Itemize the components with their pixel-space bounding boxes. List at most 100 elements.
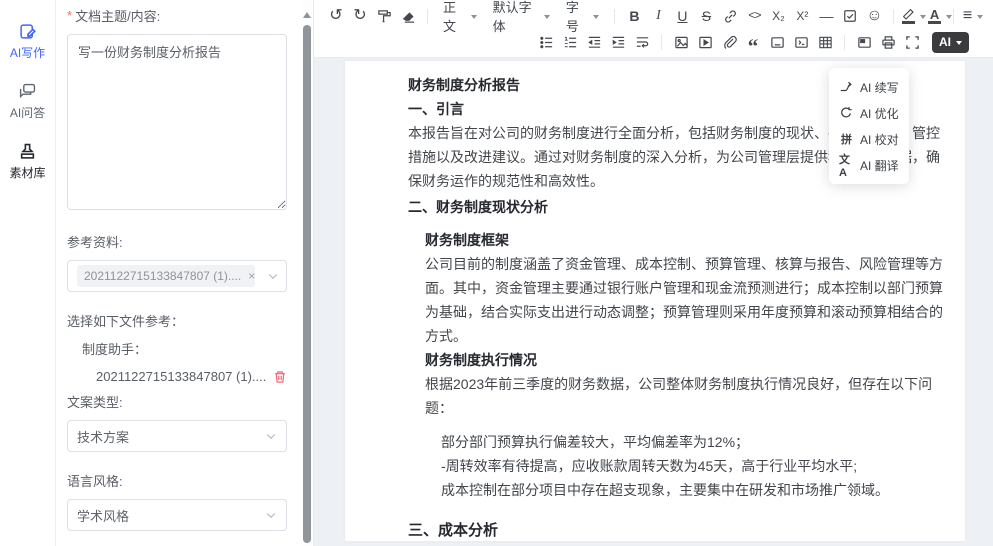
doc-type-label: 文案类型: [67, 392, 287, 411]
sidebar-item-material-library[interactable]: 素材库 [9, 142, 45, 181]
app-window: AI写作 AI问答 素材库 * 文档主题/内容: [0, 0, 993, 546]
link-button[interactable] [718, 5, 742, 27]
file-reference-group: 制度助手： 2021122715133847807 (1).... [67, 339, 287, 384]
writing-form-panel: * 文档主题/内容: 写一份财务制度分析报告 参考资料: 20211227151… [56, 0, 314, 546]
attachment-button[interactable] [717, 31, 741, 53]
delete-file-icon[interactable] [273, 370, 287, 384]
caret-down-icon [593, 15, 599, 22]
ai-dropdown-button[interactable]: AI [932, 32, 969, 53]
caret-down-icon [471, 15, 477, 22]
print-button[interactable] [876, 31, 900, 53]
doc-list-item: -周转效率有待提高，应收账款周转天数为45天，高于行业平均水平; [408, 454, 953, 478]
strikethrough-button[interactable]: S [694, 5, 718, 27]
topic-label: * 文档主题/内容: [67, 6, 287, 25]
superscript-button[interactable]: X² [790, 5, 814, 27]
highlight-color-dropdown[interactable] [901, 5, 927, 27]
menu-item-label: AI 校对 [860, 131, 899, 148]
chevron-down-icon [267, 270, 279, 282]
toolbar-row-2: “ [324, 29, 987, 55]
menu-item-ai-translate[interactable]: 文A AI 翻译 [829, 152, 909, 178]
menu-item-label: AI 优化 [860, 105, 899, 122]
clear-format-button[interactable] [396, 5, 420, 27]
nav-sidebar: AI写作 AI问答 素材库 [0, 0, 56, 546]
ai-writing-icon [19, 22, 37, 40]
inline-code-button[interactable]: <> [742, 5, 766, 27]
code-block-button[interactable] [789, 31, 813, 53]
file-section-label: 选择如下文件参考： [67, 311, 287, 330]
menu-item-ai-continue[interactable]: AI 续写 [829, 74, 909, 100]
language-style-select[interactable]: 学术风格 [67, 499, 287, 531]
menu-item-label: AI 翻译 [860, 157, 899, 174]
caret-down-icon [977, 15, 983, 22]
fullscreen-button[interactable] [900, 31, 924, 53]
sidebar-item-ai-qa[interactable]: AI问答 [10, 82, 45, 121]
menu-item-ai-optimize[interactable]: AI 优化 [829, 100, 909, 126]
reference-select[interactable]: 2021122715133847807 (1).... × [67, 260, 287, 292]
editor-toolbar: ↺ ↻ 正文 默认字体 [314, 0, 993, 58]
doc-paragraph: 根据2023年前三季度的财务数据，公司整体财务制度执行情况良好，但存在以下问题： [408, 372, 953, 420]
outdent-button[interactable] [582, 31, 606, 53]
reference-label: 参考资料: [67, 232, 287, 251]
doc-subheading: 财务制度框架 [408, 228, 953, 252]
doc-heading-3: 三、成本分析 [408, 519, 953, 543]
menu-item-ai-proofread[interactable]: 拼 AI 校对 [829, 126, 909, 152]
bold-button[interactable]: B [622, 5, 646, 27]
italic-button[interactable]: I [646, 5, 670, 27]
divider-block-button[interactable] [765, 31, 789, 53]
scrollbar-thumb[interactable] [303, 25, 311, 543]
doc-heading-2: 二、财务制度现状分析 [408, 195, 953, 219]
sidebar-item-ai-writing[interactable]: AI写作 [10, 22, 45, 61]
doc-paragraph: 公司目前的制度涵盖了资金管理、成本控制、预算管理、核算与报告、风险管理等方面。其… [408, 252, 953, 348]
file-group-label: 制度助手： [67, 339, 287, 358]
ai-continue-icon [839, 80, 853, 94]
doc-type-select[interactable]: 技术方案 [67, 420, 287, 452]
emoji-button[interactable]: ☺ [862, 5, 886, 27]
ai-dropdown-menu: AI 续写 AI 优化 拼 AI 校对 文A AI 翻译 [829, 68, 909, 184]
insert-table-button[interactable] [813, 31, 837, 53]
font-color-icon: A [928, 9, 941, 24]
chevron-down-icon [265, 430, 277, 442]
insert-image-button[interactable] [669, 31, 693, 53]
subscript-button[interactable]: X₂ [766, 5, 790, 27]
chevron-down-icon [265, 509, 277, 521]
indent-button[interactable] [606, 31, 630, 53]
horizontal-rule-button[interactable]: — [814, 5, 838, 27]
tag-remove-icon[interactable]: × [248, 269, 255, 283]
doc-list: 部分部门预算执行偏差较大，平均偏差率为12%； -周转效率有待提高，应收账款周转… [408, 430, 953, 502]
caret-down-icon [946, 15, 952, 22]
format-painter-button[interactable] [372, 5, 396, 27]
text-wrap-button[interactable] [630, 31, 654, 53]
menu-item-label: AI 续写 [860, 79, 899, 96]
toolbar-row-1: ↺ ↻ 正文 默认字体 [324, 3, 987, 29]
paragraph-style-dropdown[interactable]: 正文 [435, 5, 485, 27]
task-list-button[interactable] [838, 5, 862, 27]
material-library-icon [18, 142, 36, 160]
topic-textarea[interactable]: 写一份财务制度分析报告 [67, 34, 287, 210]
insert-video-button[interactable] [693, 31, 717, 53]
undo-button[interactable]: ↺ [324, 5, 348, 27]
align-dropdown[interactable]: ≡ [961, 5, 985, 27]
font-color-dropdown[interactable]: A [927, 5, 953, 27]
caret-down-icon [544, 15, 550, 22]
ordered-list-button[interactable] [558, 31, 582, 53]
language-style-label: 语言风格: [67, 471, 287, 490]
scrollbar-up-arrow[interactable] [303, 8, 311, 18]
caret-down-icon [956, 41, 962, 48]
doc-list-item: 成本控制在部分项目中存在超支现象，主要集中在研发和市场推广领域。 [408, 478, 953, 502]
required-mark: * [67, 8, 72, 23]
page-setup-button[interactable] [852, 31, 876, 53]
font-size-dropdown[interactable]: 字号 [558, 5, 608, 27]
blockquote-button[interactable]: “ [741, 31, 765, 53]
sidebar-item-label: 素材库 [9, 164, 45, 181]
ai-qa-icon [19, 82, 37, 100]
file-name: 2021122715133847807 (1).... [96, 369, 267, 384]
highlight-pen-icon [902, 9, 915, 24]
underline-button[interactable]: U [670, 5, 694, 27]
file-row: 2021122715133847807 (1).... [67, 369, 287, 384]
bullet-list-button[interactable] [534, 31, 558, 53]
font-family-dropdown[interactable]: 默认字体 [485, 5, 558, 27]
ai-proofread-icon: 拼 [839, 131, 853, 147]
panel-scrollbar[interactable] [302, 0, 312, 546]
doc-subheading: 财务制度执行情况 [408, 348, 953, 372]
redo-button[interactable]: ↻ [348, 5, 372, 27]
